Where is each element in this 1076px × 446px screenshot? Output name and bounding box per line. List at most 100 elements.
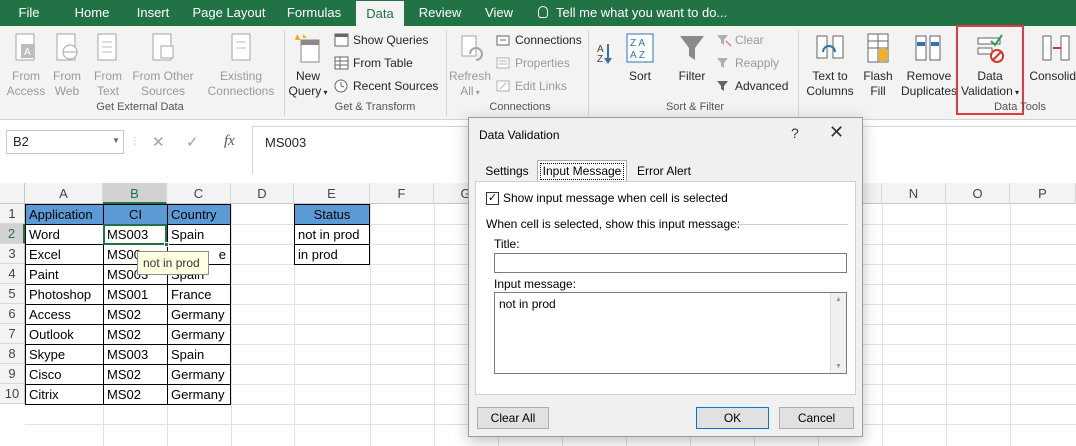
- message-scrollbar[interactable]: ▲ ▼: [830, 293, 846, 373]
- clear-button[interactable]: Clear: [716, 30, 764, 50]
- table-cell[interactable]: Germany: [167, 384, 231, 405]
- scroll-up-icon[interactable]: ▲: [835, 296, 842, 303]
- status-cell[interactable]: not in prod: [294, 224, 370, 245]
- column-header-n[interactable]: N: [882, 183, 946, 204]
- new-query-button[interactable]: New Query ▾: [286, 32, 330, 100]
- column-header-c[interactable]: C: [167, 183, 231, 204]
- row-header-5[interactable]: 5: [0, 284, 25, 304]
- close-icon[interactable]: ✕: [829, 122, 844, 143]
- table-cell[interactable]: Citrix: [25, 384, 104, 405]
- row-header-4[interactable]: 4: [0, 264, 25, 284]
- header-cell-ci[interactable]: CI: [103, 204, 168, 225]
- table-cell[interactable]: MS02: [103, 364, 168, 385]
- title-field[interactable]: [494, 253, 847, 273]
- table-cell[interactable]: Germany: [167, 324, 231, 345]
- header-cell-status[interactable]: Status: [294, 204, 370, 225]
- select-all-corner[interactable]: [0, 183, 25, 204]
- tab-page-layout[interactable]: Page Layout: [188, 0, 270, 26]
- table-cell[interactable]: Outlook: [25, 324, 104, 345]
- text-to-columns-button[interactable]: Text to Columns: [804, 32, 856, 99]
- tab-view[interactable]: View: [478, 0, 520, 26]
- existing-connections-button[interactable]: Existing Connections: [202, 32, 280, 99]
- table-cell[interactable]: Spain: [167, 224, 231, 245]
- table-cell[interactable]: Excel: [25, 244, 104, 265]
- table-cell[interactable]: Spain: [167, 344, 231, 365]
- sort-az-button[interactable]: AZ: [592, 34, 616, 84]
- from-text-button[interactable]: From Text: [88, 32, 128, 99]
- table-cell[interactable]: MS02: [103, 324, 168, 345]
- tab-error-alert[interactable]: Error Alert: [629, 162, 699, 182]
- table-cell[interactable]: France: [167, 284, 231, 305]
- row-header-1[interactable]: 1: [0, 204, 25, 224]
- header-cell-application[interactable]: Application: [25, 204, 104, 225]
- edit-links-button[interactable]: Edit Links: [496, 76, 567, 96]
- header-cell-country[interactable]: Country: [167, 204, 231, 225]
- scroll-down-icon[interactable]: ▼: [835, 363, 842, 370]
- table-cell[interactable]: MS001: [103, 284, 168, 305]
- confirm-edit-icon[interactable]: ✓: [186, 133, 199, 151]
- show-queries-button[interactable]: Show Queries: [334, 30, 428, 50]
- show-message-checkbox[interactable]: ✓: [486, 192, 499, 205]
- column-header-p[interactable]: P: [1010, 183, 1076, 204]
- flash-fill-button[interactable]: Flash Fill: [858, 32, 898, 99]
- cancel-edit-icon[interactable]: ✕: [152, 133, 165, 151]
- tab-formulas[interactable]: Formulas: [280, 0, 348, 26]
- table-cell[interactable]: Skype: [25, 344, 104, 365]
- table-cell[interactable]: Germany: [167, 364, 231, 385]
- clear-all-button[interactable]: Clear All: [477, 407, 549, 429]
- input-message-field[interactable]: not in prod ▲ ▼: [494, 292, 847, 374]
- filter-button[interactable]: Filter: [672, 32, 712, 84]
- from-other-sources-button[interactable]: From Other Sources: [130, 32, 196, 99]
- cancel-button[interactable]: Cancel: [779, 407, 854, 429]
- tab-insert[interactable]: Insert: [128, 0, 178, 26]
- ok-button[interactable]: OK: [696, 407, 769, 429]
- tab-data[interactable]: Data: [356, 1, 404, 26]
- table-cell[interactable]: Paint: [25, 264, 104, 285]
- from-access-button[interactable]: A From Access: [6, 32, 46, 99]
- from-table-button[interactable]: From Table: [334, 53, 413, 73]
- properties-button[interactable]: Properties: [496, 53, 570, 73]
- recent-sources-button[interactable]: Recent Sources: [334, 76, 438, 96]
- column-header-a[interactable]: A: [25, 183, 103, 204]
- table-cell[interactable]: Photoshop: [25, 284, 104, 305]
- name-box[interactable]: B2: [6, 130, 124, 154]
- consolidate-button[interactable]: Consolida: [1026, 32, 1076, 84]
- reapply-button[interactable]: Reapply: [716, 53, 779, 73]
- tell-me-search[interactable]: Tell me what you want to do...: [538, 0, 727, 26]
- row-header-3[interactable]: 3: [0, 244, 25, 264]
- tab-review[interactable]: Review: [414, 0, 466, 26]
- tab-file[interactable]: File: [8, 0, 50, 26]
- from-web-button[interactable]: From Web: [48, 32, 86, 99]
- table-cell[interactable]: Germany: [167, 304, 231, 325]
- tab-input-message[interactable]: Input Message: [537, 160, 627, 182]
- column-header-d[interactable]: D: [231, 183, 294, 204]
- remove-duplicates-button[interactable]: Remove Duplicates: [900, 32, 958, 99]
- fill-handle[interactable]: [164, 242, 169, 247]
- sort-button[interactable]: Z AA Z Sort: [622, 32, 658, 84]
- name-box-dropdown-icon[interactable]: ▼: [112, 136, 120, 145]
- show-message-label[interactable]: Show input message when cell is selected: [503, 191, 728, 205]
- advanced-button[interactable]: Advanced: [716, 76, 788, 96]
- table-cell[interactable]: MS02: [103, 304, 168, 325]
- help-icon[interactable]: ?: [791, 125, 799, 141]
- table-cell[interactable]: Access: [25, 304, 104, 325]
- table-cell[interactable]: Cisco: [25, 364, 104, 385]
- table-cell[interactable]: MS02: [103, 384, 168, 405]
- insert-function-icon[interactable]: fx: [224, 133, 235, 150]
- row-header-7[interactable]: 7: [0, 324, 25, 344]
- column-header-o[interactable]: O: [946, 183, 1010, 204]
- refresh-all-button[interactable]: Refresh All ▾: [448, 32, 492, 100]
- table-cell[interactable]: Word: [25, 224, 104, 245]
- column-header-b[interactable]: B: [103, 183, 167, 204]
- tab-home[interactable]: Home: [66, 0, 118, 26]
- row-header-10[interactable]: 10: [0, 384, 25, 404]
- row-header-2[interactable]: 2: [0, 224, 25, 244]
- column-header-f[interactable]: F: [370, 183, 434, 204]
- connections-button[interactable]: Connections: [496, 30, 582, 50]
- row-header-6[interactable]: 6: [0, 304, 25, 324]
- tab-settings[interactable]: Settings: [475, 162, 539, 182]
- status-cell[interactable]: in prod: [294, 244, 370, 265]
- row-header-9[interactable]: 9: [0, 364, 25, 384]
- column-header-e[interactable]: E: [294, 183, 370, 204]
- row-header-8[interactable]: 8: [0, 344, 25, 364]
